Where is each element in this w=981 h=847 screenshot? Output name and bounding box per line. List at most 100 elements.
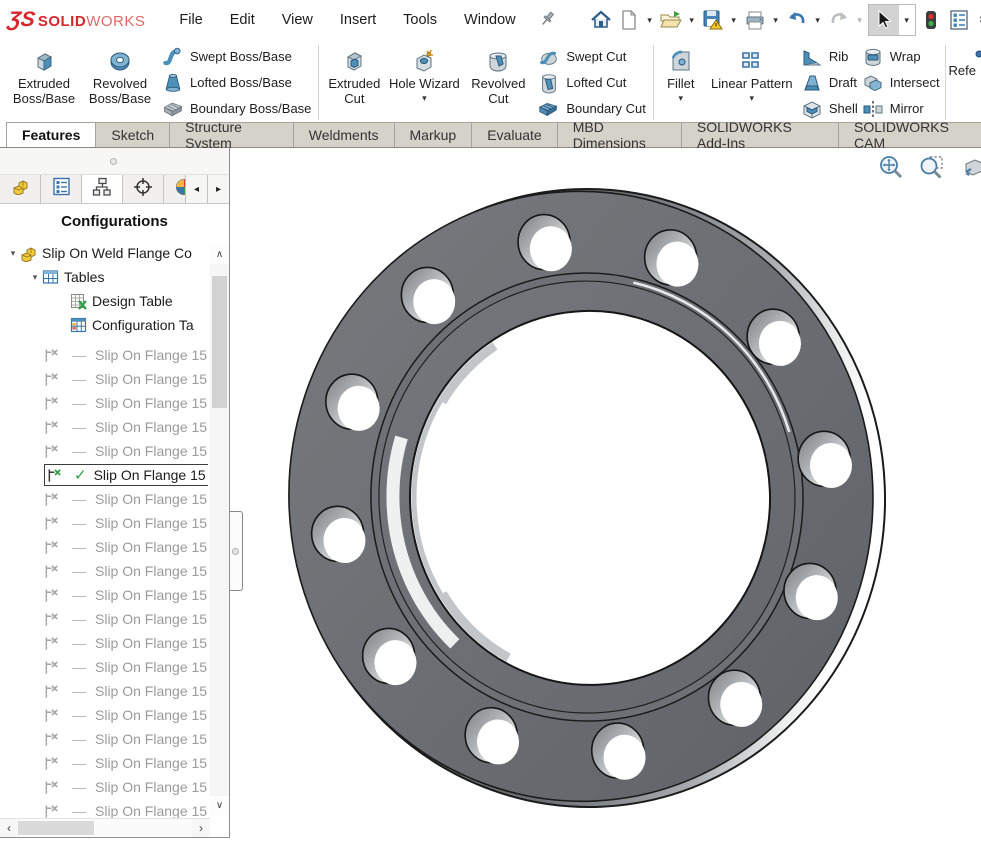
panel-tabs-next-button[interactable]: ▸ [207, 175, 229, 203]
graphics-viewport[interactable] [230, 148, 981, 847]
home-button[interactable] [588, 6, 614, 34]
menu-tools[interactable]: Tools [403, 12, 437, 28]
tab-dimxpert-manager[interactable] [123, 175, 164, 203]
draft-button[interactable]: Draft [801, 70, 858, 95]
menu-edit[interactable]: Edit [230, 12, 255, 28]
select-cursor-button[interactable] [869, 5, 899, 35]
select-dropdown[interactable]: ▾ [899, 15, 915, 26]
panel-splitter[interactable] [0, 148, 229, 175]
pin-icon[interactable] [538, 10, 558, 30]
open-dropdown[interactable]: ▾ [686, 15, 698, 26]
panel-tabs-prev-button[interactable]: ◂ [185, 175, 207, 203]
open-button[interactable] [658, 6, 684, 34]
panel-collapse-handle[interactable] [230, 511, 243, 591]
tab-feature-manager[interactable] [0, 175, 41, 203]
tab-property-manager[interactable] [41, 175, 82, 203]
tab-weldments[interactable]: Weldments [293, 122, 395, 147]
rib-button[interactable]: Rib [801, 44, 858, 69]
config-item[interactable]: —Slip On Flange 15 [0, 751, 208, 775]
tree-tables-folder[interactable]: ▾ Tables [0, 265, 208, 289]
reference-geometry-button[interactable]: Refe [949, 42, 981, 123]
expand-arrow-icon[interactable]: ▾ [6, 248, 20, 259]
config-item[interactable]: —Slip On Flange 15 [0, 439, 208, 463]
revolved-cut-button[interactable]: Revolved Cut [462, 42, 534, 123]
rebuild-traffic-light-button[interactable] [918, 6, 944, 34]
scroll-left-button[interactable]: ‹ [0, 819, 18, 837]
tab-structure-system[interactable]: Structure System [169, 122, 294, 147]
scroll-down-button[interactable]: ∨ [210, 796, 229, 815]
design-table-item[interactable]: Design Table [0, 289, 208, 313]
scroll-track[interactable] [210, 264, 229, 796]
configuration-table-item[interactable]: Configuration Ta [0, 313, 208, 337]
fillet-dropdown[interactable]: ▾ [675, 93, 687, 103]
config-item[interactable]: —Slip On Flange 15 [0, 415, 208, 439]
extruded-cut-button[interactable]: Extruded Cut [322, 42, 386, 123]
linear-pattern-button[interactable]: Linear Pattern ▾ [705, 42, 799, 123]
hole-wizard-button[interactable]: Hole Wizard ▾ [386, 42, 462, 123]
new-document-button[interactable] [616, 6, 642, 34]
config-item[interactable]: —Slip On Flange 15 [0, 775, 208, 799]
shell-button[interactable]: Shell [801, 96, 858, 121]
tab-evaluate[interactable]: Evaluate [471, 122, 557, 147]
undo-dropdown[interactable]: ▾ [812, 15, 824, 26]
wrap-button[interactable]: Wrap [862, 44, 940, 69]
tab-mbd-dimensions[interactable]: MBD Dimensions [557, 122, 682, 147]
redo-button[interactable] [826, 6, 852, 34]
horizontal-scrollbar[interactable]: ‹ › [0, 818, 210, 837]
revolved-boss-button[interactable]: Revolved Boss/Base [82, 42, 158, 123]
extruded-boss-button[interactable]: Extruded Boss/Base [6, 42, 82, 123]
boundary-boss-button[interactable]: Boundary Boss/Base [162, 96, 311, 121]
hole-wizard-dropdown[interactable]: ▾ [418, 93, 430, 103]
menu-window[interactable]: Window [464, 12, 516, 28]
flange-model[interactable] [230, 148, 981, 847]
tab-solidworks-add-ins[interactable]: SOLIDWORKS Add-Ins [681, 122, 839, 147]
menu-insert[interactable]: Insert [340, 12, 376, 28]
config-item[interactable]: —Slip On Flange 15 [0, 607, 208, 631]
options-gear-button[interactable]: ⚙ [974, 6, 981, 34]
save-dropdown[interactable]: ▾ [728, 15, 740, 26]
config-item[interactable]: —Slip On Flange 15 [0, 487, 208, 511]
fillet-button[interactable]: Fillet ▾ [657, 42, 705, 123]
boundary-cut-button[interactable]: Boundary Cut [538, 96, 646, 121]
view-settings-button[interactable] [959, 154, 981, 182]
zoom-to-area-button[interactable] [918, 154, 946, 182]
config-item[interactable]: —Slip On Flange 15 [0, 535, 208, 559]
scroll-track[interactable] [18, 819, 192, 837]
config-item[interactable]: —Slip On Flange 15 [0, 391, 208, 415]
config-item[interactable]: —Slip On Flange 15 [0, 631, 208, 655]
scroll-right-button[interactable]: › [192, 819, 210, 837]
config-item[interactable]: —Slip On Flange 15 [0, 367, 208, 391]
linear-pattern-dropdown[interactable]: ▾ [746, 93, 758, 103]
print-button[interactable] [742, 6, 768, 34]
mirror-button[interactable]: Mirror [862, 96, 940, 121]
config-item[interactable]: —Slip On Flange 15 [0, 655, 208, 679]
print-dropdown[interactable]: ▾ [770, 15, 782, 26]
config-item[interactable]: —Slip On Flange 15 [0, 703, 208, 727]
flange-body[interactable] [276, 176, 898, 819]
config-item-active[interactable]: ✓Slip On Flange 15 [0, 463, 208, 487]
config-item[interactable]: —Slip On Flange 15 [0, 583, 208, 607]
menu-file[interactable]: File [179, 12, 202, 28]
config-item[interactable]: —Slip On Flange 15 [0, 559, 208, 583]
tab-sketch[interactable]: Sketch [95, 122, 170, 147]
new-document-dropdown[interactable]: ▾ [644, 15, 656, 26]
task-list-button[interactable] [946, 6, 972, 34]
tab-markup[interactable]: Markup [394, 122, 473, 147]
save-button[interactable] [700, 6, 726, 34]
intersect-button[interactable]: Intersect [862, 70, 940, 95]
tab-features[interactable]: Features [6, 122, 96, 147]
lofted-cut-button[interactable]: Lofted Cut [538, 70, 646, 95]
config-item[interactable]: —Slip On Flange 15 [0, 343, 208, 367]
zoom-to-fit-button[interactable] [877, 154, 905, 182]
tab-configuration-manager[interactable] [82, 175, 123, 203]
swept-cut-button[interactable]: Swept Cut [538, 44, 646, 69]
config-item[interactable]: —Slip On Flange 15 [0, 511, 208, 535]
swept-boss-button[interactable]: Swept Boss/Base [162, 44, 311, 69]
config-item[interactable]: —Slip On Flange 15 [0, 679, 208, 703]
tab-solidworks-cam[interactable]: SOLIDWORKS CAM [838, 122, 981, 147]
vertical-scrollbar[interactable]: ∧ ∨ [210, 245, 229, 815]
scroll-thumb[interactable] [18, 821, 94, 835]
expand-arrow-icon[interactable]: ▾ [28, 272, 42, 283]
config-item[interactable]: —Slip On Flange 15 [0, 727, 208, 751]
menu-view[interactable]: View [282, 12, 313, 28]
